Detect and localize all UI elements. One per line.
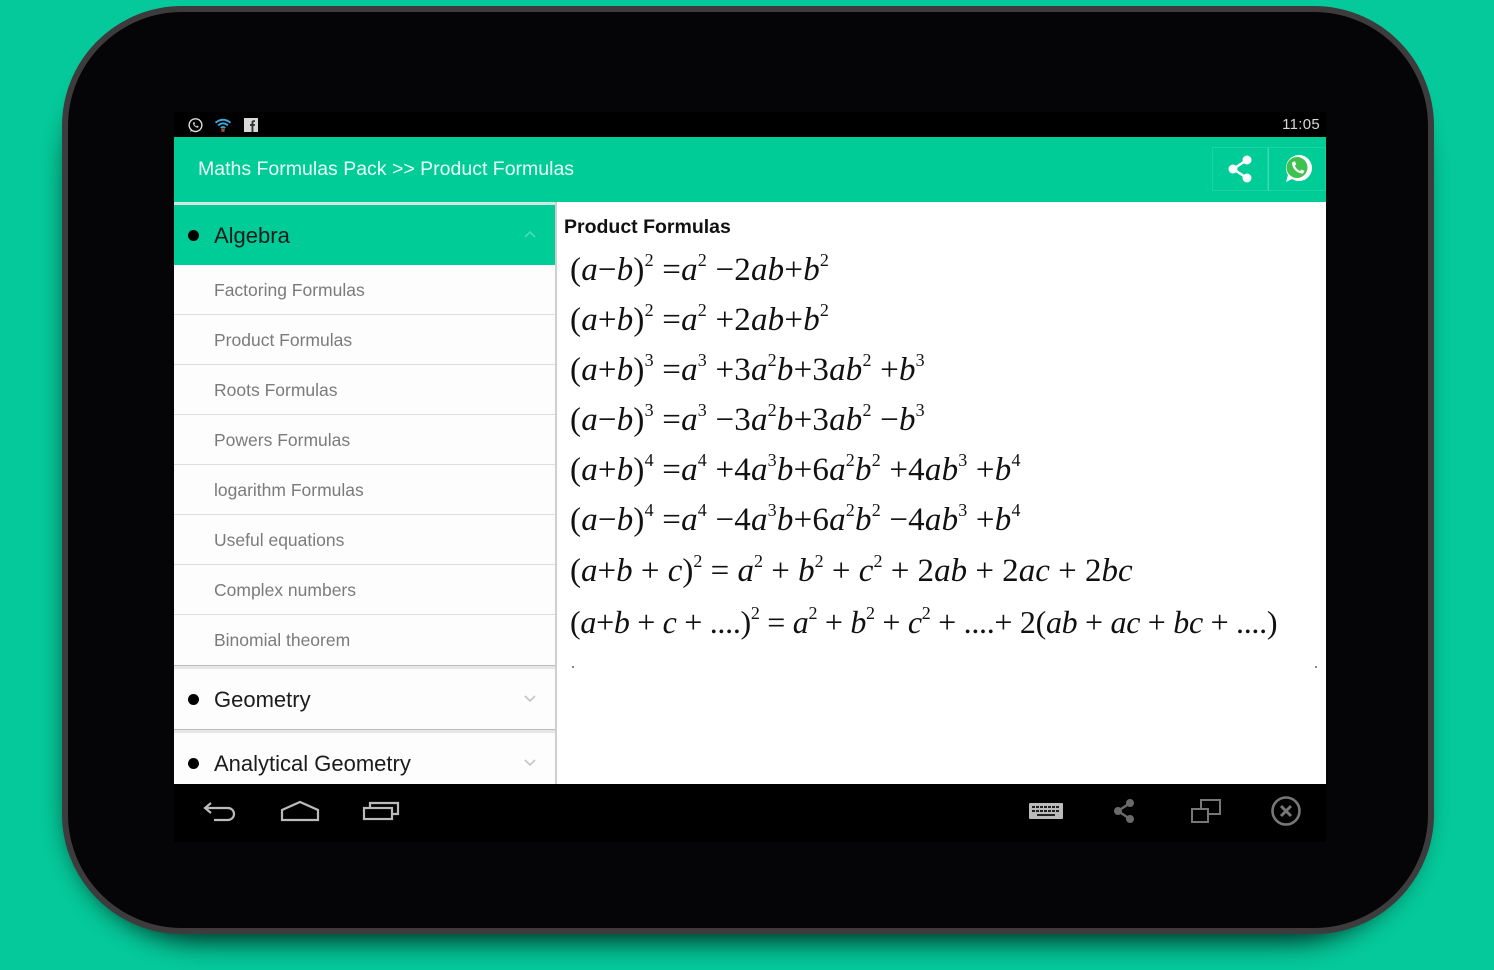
bullet-icon	[188, 758, 199, 769]
item-label: Powers Formulas	[214, 430, 351, 450]
share-icon	[1114, 799, 1134, 823]
group-algebra[interactable]: Algebra	[174, 205, 555, 265]
item-label: Factoring Formulas	[214, 280, 365, 300]
group-geometry[interactable]: Geometry	[174, 669, 555, 729]
group-label: Analytical Geometry	[214, 751, 411, 776]
home-icon	[280, 800, 320, 822]
clock: 11:05	[1282, 116, 1320, 133]
item-label: Complex numbers	[214, 580, 356, 600]
item-label: logarithm Formulas	[214, 480, 364, 500]
chevron-down-icon	[524, 759, 536, 767]
formula: (a+b + c + ....)2 = a2 + b2 + c2 + ....+…	[570, 603, 1278, 640]
recent-apps-button[interactable]	[359, 796, 403, 826]
facebook-icon	[242, 116, 260, 134]
sidebar-item-roots-formulas[interactable]: Roots Formulas	[174, 365, 555, 415]
item-label: Roots Formulas	[214, 380, 338, 400]
sidebar-item-powers-formulas[interactable]: Powers Formulas	[174, 415, 555, 465]
sidebar-item-binomial-theorem[interactable]: Binomial theorem	[174, 615, 555, 665]
home-button[interactable]	[278, 796, 322, 826]
share-system-button[interactable]	[1102, 796, 1146, 826]
status-bar: 11:05	[174, 112, 1326, 137]
formula-panel: Product Formulas (a−b)2 =a2 −2ab+b2 (a+b…	[559, 202, 1326, 784]
whatsapp-share-button[interactable]	[1268, 147, 1326, 191]
chevron-down-icon	[524, 695, 536, 703]
formula: (a−b)4 =a4 −4a3b+6a2b2 −4ab3 +b4	[570, 500, 1021, 538]
window-resize-icon	[1191, 799, 1221, 823]
content-area: Algebra Factoring Formulas Product Formu…	[174, 202, 1326, 784]
sidebar-item-logarithm-formulas[interactable]: logarithm Formulas	[174, 465, 555, 515]
action-bar: Maths Formulas Pack >> Product Formulas	[174, 137, 1326, 202]
whatsapp-icon	[1285, 155, 1312, 182]
category-sidebar: Algebra Factoring Formulas Product Formu…	[174, 202, 557, 784]
bullet-icon	[188, 694, 199, 705]
formula: (a−b)3 =a3 −3a2b+3ab2 −b3	[570, 400, 925, 438]
section-title: Product Formulas	[564, 216, 731, 238]
sidebar-item-useful-equations[interactable]: Useful equations	[174, 515, 555, 565]
group-label: Algebra	[214, 223, 290, 248]
formula: (a−b)2 =a2 −2ab+b2	[570, 250, 830, 288]
bullet-icon	[188, 230, 199, 241]
close-icon	[1271, 796, 1301, 826]
sidebar-item-complex-numbers[interactable]: Complex numbers	[174, 565, 555, 615]
chevron-up-icon	[524, 230, 536, 238]
formula: (a+b + c)2 = a2 + b2 + c2 + 2ab + 2ac + …	[570, 551, 1133, 589]
formula: (a+b)2 =a2 +2ab+b2	[570, 300, 830, 338]
share-icon	[1228, 155, 1252, 183]
item-label: Binomial theorem	[214, 630, 351, 650]
image-edge-marker	[1315, 666, 1317, 668]
formula: (a+b)3 =a3 +3a2b+3ab2 +b3	[570, 350, 925, 388]
item-label: Product Formulas	[214, 330, 353, 350]
tablet-screen: 11:05 Maths Formulas Pack >> Product For…	[174, 112, 1326, 842]
recent-apps-icon	[362, 801, 400, 821]
share-button[interactable]	[1212, 147, 1268, 191]
keyboard-button[interactable]	[1024, 796, 1068, 826]
system-nav-bar	[174, 784, 1326, 842]
page-title: Maths Formulas Pack >> Product Formulas	[198, 158, 575, 180]
whatsapp-icon	[186, 116, 204, 134]
group-label: Geometry	[214, 687, 311, 712]
close-button[interactable]	[1264, 796, 1308, 826]
formula: (a+b)4 =a4 +4a3b+6a2b2 +4ab3 +b4	[570, 450, 1021, 488]
back-button[interactable]	[198, 796, 242, 826]
sidebar-item-factoring-formulas[interactable]: Factoring Formulas	[174, 265, 555, 315]
window-resize-button[interactable]	[1184, 796, 1228, 826]
image-edge-marker	[572, 666, 574, 668]
item-label: Useful equations	[214, 530, 345, 550]
back-icon	[203, 802, 236, 822]
wifi-icon	[214, 116, 232, 134]
group-analytical-geometry[interactable]: Analytical Geometry	[174, 733, 555, 784]
sidebar-item-product-formulas[interactable]: Product Formulas	[174, 315, 555, 365]
keyboard-icon	[1029, 803, 1063, 819]
